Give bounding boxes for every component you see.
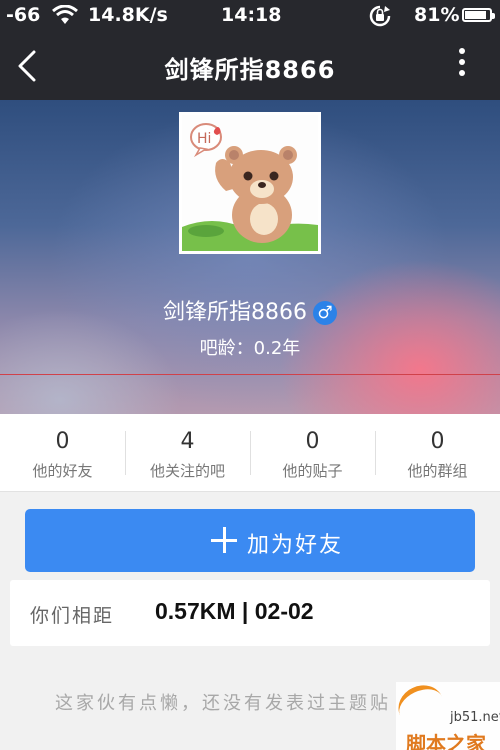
more-menu-button[interactable] [452,48,472,82]
profile-header: Hi 剑锋所指8866 ♂ 吧龄：0.2年 [0,100,500,414]
bar-age: 吧龄：0.2年 [199,338,301,359]
clock: 14:18 [221,4,282,26]
svg-text:Hi: Hi [197,131,211,147]
watermark-name: 脚本之家 [406,732,486,750]
network-speed: 14.8K/s [88,4,168,26]
more-vertical-icon [452,48,472,76]
wifi-icon [52,4,78,30]
add-friend-button[interactable]: 加为好友 [25,509,475,572]
divider [0,374,500,375]
stat-groups[interactable]: 0 他的群组 [375,414,500,492]
empty-posts-message: 这家伙有点懒，还没有发表过主题贴 [55,693,391,714]
distance-row: 你们相距 0.57KM | 02-02 [10,580,490,646]
signal-strength: -66 [6,4,41,26]
distance-label: 你们相距 [30,605,115,627]
stat-value: 0 [55,429,70,454]
male-gender-icon: ♂ [313,301,337,325]
bear-avatar-illustration: Hi [182,123,318,251]
watermark-logo: jb51.net 脚本之家 [391,678,500,750]
distance-value: 0.57KM | 02-02 [155,598,314,624]
stat-value: 0 [430,429,445,454]
rotation-lock-icon [368,5,392,32]
stat-followed-bars[interactable]: 4 他关注的吧 [125,414,250,492]
plus-icon [211,527,237,553]
status-bar: -66 14.8K/s 14:18 81% [0,0,500,30]
stat-value: 4 [180,429,195,454]
stat-label: 他的贴子 [282,462,343,480]
stat-value: 0 [305,429,320,454]
stat-posts[interactable]: 0 他的贴子 [250,414,375,492]
avatar[interactable]: Hi [179,112,321,254]
username: 剑锋所指8866 [163,300,307,325]
profile-name: 剑锋所指8866 ♂ [0,294,500,326]
watermark-site: jb51.net [450,710,500,725]
battery-percent: 81% [414,4,460,26]
add-friend-label: 加为好友 [247,533,344,558]
stat-label: 他关注的吧 [149,462,225,480]
stat-label: 他的好友 [32,462,93,480]
battery-icon [462,8,495,22]
page-title: 剑锋所指8866 [164,56,336,84]
nav-bar: 剑锋所指8866 [0,30,500,100]
stat-friends[interactable]: 0 他的好友 [0,414,125,492]
stats-row: 0 他的好友 4 他关注的吧 0 他的贴子 0 他的群组 [0,414,500,492]
stat-label: 他的群组 [407,462,468,480]
logo-arc-icon [391,678,451,734]
